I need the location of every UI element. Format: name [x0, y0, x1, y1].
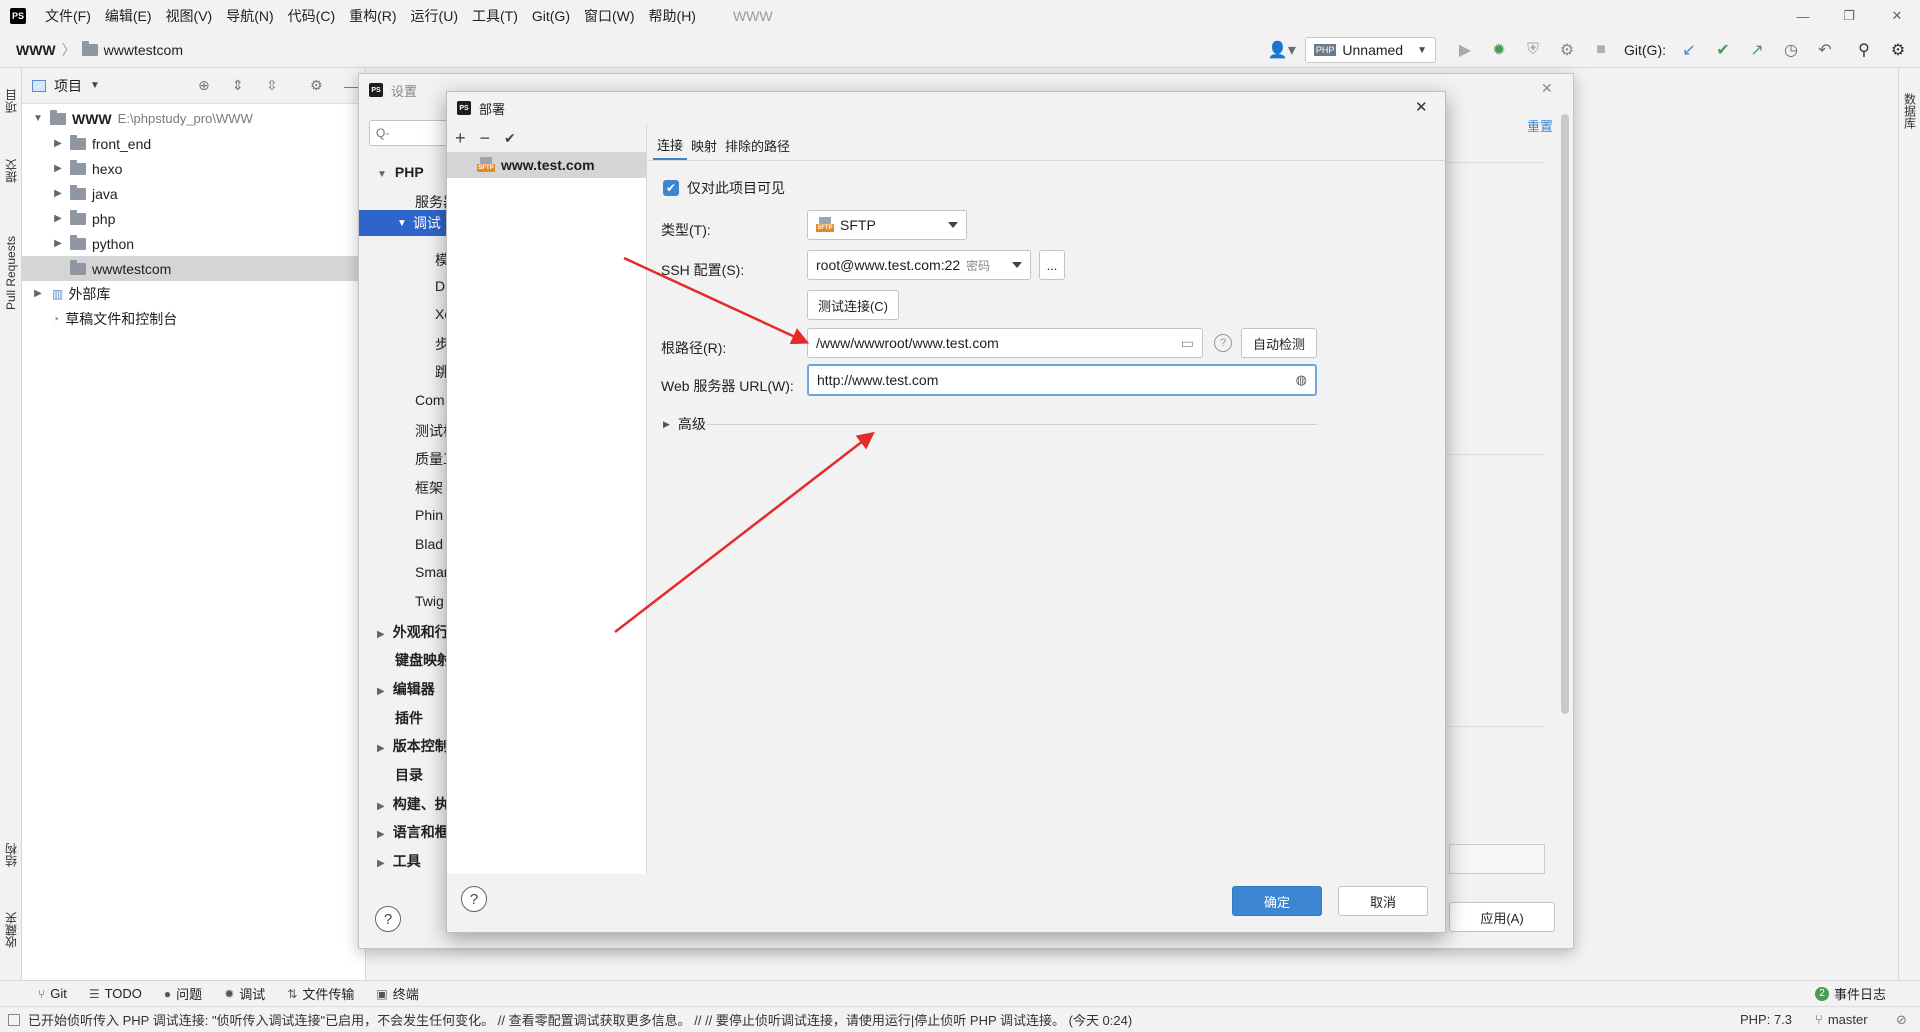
status-lock-icon[interactable]: ⊘: [1896, 1012, 1907, 1028]
event-log-badge: 2: [1814, 986, 1829, 1001]
status-bar: 已开始侦听传入 PHP 调试连接: "侦听传入调试连接"已启用，不会发生任何变化…: [0, 1006, 1920, 1032]
list-icon: ☰: [88, 986, 100, 1001]
transfer-icon: ⇅: [287, 986, 298, 1001]
annotation-arrow-web-url: [614, 431, 875, 633]
git-branch-icon: ⑂: [38, 986, 46, 1001]
event-log-tool-tab[interactable]: 2 事件日志: [1814, 984, 1886, 1003]
bottom-tool-tabs: ⑂ Git ☰ TODO ● 问题 ✹ 调试 ⇅ 文件传输 ▣ 终端 2 事件日志: [0, 980, 1920, 1006]
file-transfer-tool-tab[interactable]: ⇅ 文件传输: [287, 984, 354, 1003]
annotation-arrows: [614, 256, 875, 633]
terminal-icon: ▣: [376, 986, 388, 1001]
annotation-arrow-test-connection: [623, 256, 810, 345]
problems-tool-tab[interactable]: ● 问题: [164, 984, 202, 1003]
terminal-tool-tab[interactable]: ▣ 终端: [376, 984, 418, 1003]
todo-tool-tab[interactable]: ☰ TODO: [89, 986, 142, 1001]
bug-icon: ✹: [224, 986, 235, 1001]
status-toggle-icon[interactable]: [8, 1013, 20, 1026]
git-tool-tab[interactable]: ⑂ Git: [38, 986, 67, 1001]
status-message[interactable]: 已开始侦听传入 PHP 调试连接: "侦听传入调试连接"已启用，不会发生任何变化…: [28, 1010, 1132, 1029]
problems-icon: ●: [163, 986, 172, 1001]
git-branch-icon: ⑂: [1815, 1012, 1823, 1027]
debug-tool-tab[interactable]: ✹ 调试: [224, 984, 265, 1003]
php-version[interactable]: PHP: 7.3: [1740, 1012, 1792, 1027]
git-branch[interactable]: ⑂ master: [1815, 1012, 1868, 1027]
